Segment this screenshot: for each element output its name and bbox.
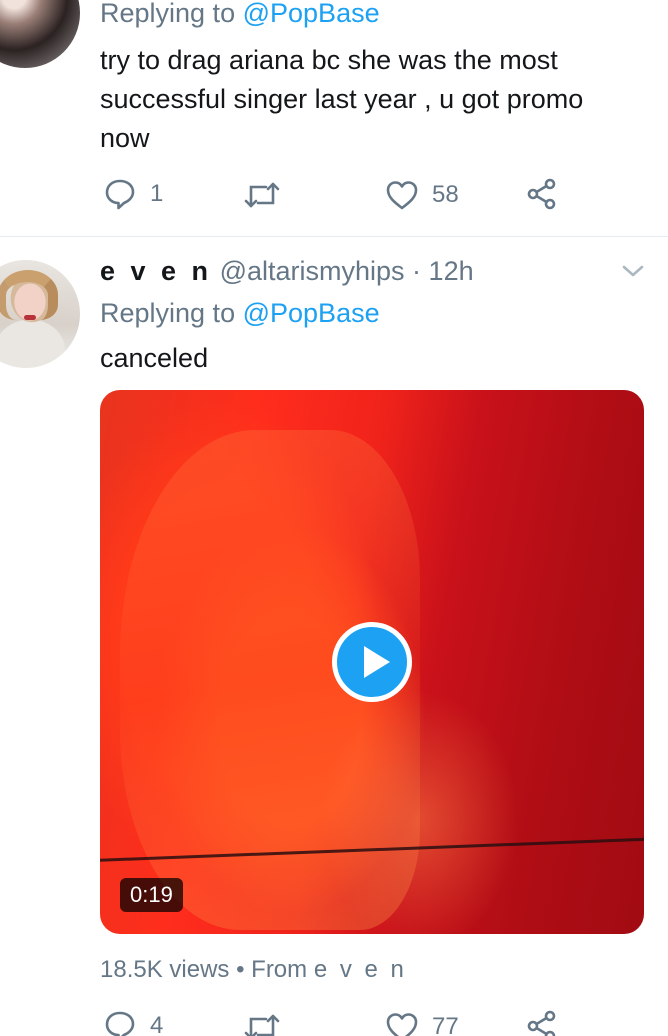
tweet-text-line: now <box>100 123 150 153</box>
like-button[interactable]: 58 <box>386 180 459 210</box>
reply-icon <box>105 1011 135 1036</box>
tweet-text-line: try to drag ariana bc she was the most <box>100 45 558 75</box>
retweet-icon <box>244 1014 280 1036</box>
video-views: 18.5K views • From e v e n <box>100 956 407 984</box>
tweet-text-line: successful singer last year , u got prom… <box>100 84 584 114</box>
replying-to: Replying to @PopBase <box>100 0 380 29</box>
video-player[interactable]: 0:19 <box>100 390 644 934</box>
from-label: From <box>251 956 308 983</box>
replying-label: Replying to <box>100 298 236 328</box>
play-button[interactable] <box>332 622 412 702</box>
chevron-down-icon <box>622 265 644 277</box>
like-button[interactable]: 77 <box>386 1012 459 1036</box>
tweet-header: e v e n @altarismyhips · 12h <box>100 256 474 287</box>
reply-count: 4 <box>150 1012 164 1036</box>
retweet-button[interactable] <box>244 180 280 210</box>
avatar[interactable] <box>0 260 80 368</box>
retweet-button[interactable] <box>244 1012 280 1036</box>
reply-button[interactable]: 1 <box>104 178 163 210</box>
share-button[interactable] <box>526 178 558 210</box>
from-name-link[interactable]: e v e n <box>314 956 407 983</box>
replying-handle-link[interactable]: @PopBase <box>243 0 380 28</box>
reply-count: 1 <box>150 180 164 207</box>
reply-button[interactable]: 4 <box>104 1010 163 1036</box>
like-icon <box>386 181 418 210</box>
video-duration: 0:19 <box>120 878 183 912</box>
avatar[interactable] <box>0 0 80 68</box>
dot-separator: • <box>236 956 245 983</box>
more-options-button[interactable] <box>620 262 646 285</box>
tweet-text: try to drag ariana bc she was the most s… <box>100 41 583 158</box>
like-icon <box>386 1013 418 1036</box>
share-button[interactable] <box>526 1010 558 1036</box>
views-count: 18.5K views <box>100 956 230 983</box>
divider <box>0 236 668 237</box>
replying-handle-link[interactable]: @PopBase <box>243 298 380 328</box>
retweet-icon <box>244 182 280 208</box>
share-icon <box>527 178 556 210</box>
like-count: 77 <box>432 1013 459 1036</box>
play-icon <box>364 646 390 678</box>
replying-label: Replying to <box>100 0 236 28</box>
tweet-text: canceled <box>100 343 209 373</box>
display-name[interactable]: e v e n <box>100 256 212 286</box>
timestamp[interactable]: 12h <box>429 256 474 286</box>
separator: · <box>412 256 422 286</box>
replying-to: Replying to @PopBase <box>100 298 380 329</box>
user-handle[interactable]: @altarismyhips <box>220 256 405 286</box>
share-icon <box>527 1010 556 1036</box>
reply-icon <box>105 179 135 210</box>
like-count: 58 <box>432 181 459 208</box>
